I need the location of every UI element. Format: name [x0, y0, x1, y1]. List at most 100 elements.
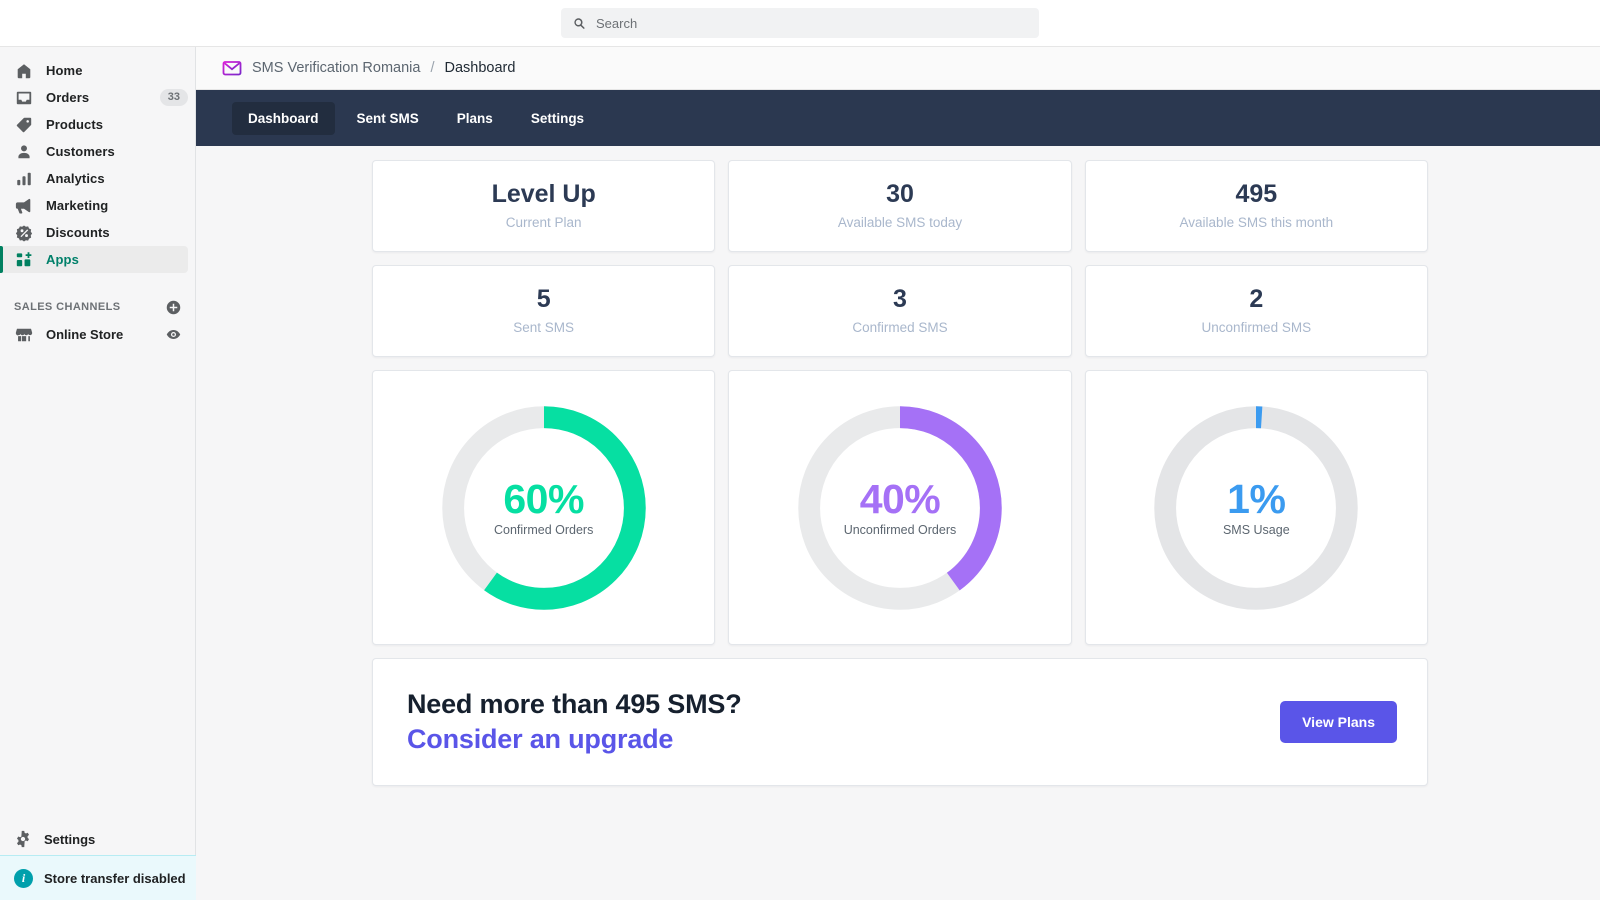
app-root: Home Orders 33 Products Customers [0, 0, 1600, 900]
upgrade-banner-text: Need more than 495 SMS? Consider an upgr… [407, 689, 742, 755]
stat-value: 495 [1235, 180, 1278, 208]
sidebar-item-discounts[interactable]: Discounts [0, 219, 188, 246]
apps-grid-plus-icon [14, 250, 34, 270]
sidebar-footer: Settings i Store transfer disabled [0, 823, 196, 900]
sidebar-item-customers[interactable]: Customers [0, 138, 188, 165]
breadcrumb: SMS Verification Romania / Dashboard [196, 47, 1600, 90]
sidebar-item-label: Discounts [46, 225, 110, 240]
stat-card-unconfirmed-sms: 2 Unconfirmed SMS [1084, 265, 1428, 357]
top-search-bar [0, 0, 1600, 47]
stat-label: Current Plan [505, 215, 582, 230]
donut-chart: 1% SMS Usage [1147, 399, 1365, 617]
sidebar-item-label: Analytics [46, 171, 105, 186]
stat-label: Unconfirmed SMS [1201, 320, 1312, 335]
sidebar-item-orders[interactable]: Orders 33 [0, 84, 188, 111]
sales-channels-title: SALES CHANNELS [14, 301, 121, 313]
tab-dashboard[interactable]: Dashboard [232, 101, 335, 135]
search-icon [572, 16, 587, 31]
store-transfer-banner[interactable]: i Store transfer disabled [0, 855, 196, 900]
tag-icon [14, 115, 34, 135]
sidebar-item-label: Products [46, 117, 104, 132]
tab-settings[interactable]: Settings [515, 102, 600, 135]
stat-card-confirmed-sms: 3 Confirmed SMS [728, 265, 1072, 357]
sidebar-item-home[interactable]: Home [0, 57, 188, 84]
stat-card-sent-sms: 5 Sent SMS [372, 265, 716, 357]
sidebar-item-settings[interactable]: Settings [0, 823, 196, 855]
stats-row-2: 5 Sent SMS 3 Confirmed SMS 2 Unconfirmed… [372, 265, 1428, 357]
stat-label: Available SMS this month [1179, 215, 1334, 230]
donut-center-text: 40% Unconfirmed Orders [791, 399, 1009, 617]
stat-card-current-plan: Level Up Current Plan [372, 160, 716, 252]
sidebar-item-label: Home [46, 63, 83, 78]
donut-chart: 40% Unconfirmed Orders [791, 399, 1009, 617]
sidebar-item-products[interactable]: Products [0, 111, 188, 138]
stat-card-available-today: 30 Available SMS today [728, 160, 1072, 252]
sidebar-item-label: Orders [46, 90, 90, 105]
orders-count-badge: 33 [159, 89, 188, 106]
donut-label: SMS Usage [1222, 522, 1290, 537]
info-icon: i [14, 868, 33, 888]
home-icon [14, 61, 34, 81]
eye-icon[interactable] [166, 327, 181, 342]
stat-value: Level Up [491, 180, 596, 208]
storefront-icon [14, 325, 34, 345]
breadcrumb-page: Dashboard [444, 60, 516, 76]
stat-label: Confirmed SMS [852, 320, 948, 335]
donut-card-unconfirmed-orders: 40% Unconfirmed Orders [728, 370, 1072, 645]
donut-charts-row: 60% Confirmed Orders 40% Unconfirmed Ord… [372, 370, 1428, 645]
breadcrumb-shop[interactable]: SMS Verification Romania [252, 60, 420, 76]
donut-label: Unconfirmed Orders [843, 522, 957, 537]
stat-value: 3 [893, 285, 907, 313]
donut-percent: 40% [859, 475, 941, 522]
donut-card-confirmed-orders: 60% Confirmed Orders [372, 370, 716, 645]
sidebar-item-online-store[interactable]: Online Store [0, 320, 195, 349]
discount-percent-icon [14, 223, 34, 243]
sidebar-item-label: Marketing [46, 198, 109, 213]
tab-plans[interactable]: Plans [441, 102, 509, 135]
sidebar-item-marketing[interactable]: Marketing [0, 192, 188, 219]
gear-icon [14, 830, 32, 848]
megaphone-icon [14, 196, 34, 216]
person-icon [14, 142, 34, 162]
bar-chart-icon [14, 169, 34, 189]
stat-value: 30 [886, 180, 914, 208]
donut-card-sms-usage: 1% SMS Usage [1084, 370, 1428, 645]
sidebar-item-apps[interactable]: Apps [0, 246, 188, 273]
stat-value: 2 [1249, 285, 1264, 313]
search-box[interactable] [561, 8, 1039, 38]
envelope-logo-icon [222, 58, 242, 78]
stats-row-1: Level Up Current Plan 30 Available SMS t… [372, 160, 1428, 252]
upgrade-banner-subheadline: Consider an upgrade [407, 724, 674, 754]
tab-sent-sms[interactable]: Sent SMS [341, 102, 435, 135]
sidebar-item-label: Online Store [46, 327, 124, 342]
plus-circle-icon[interactable] [166, 300, 181, 315]
donut-center-text: 60% Confirmed Orders [435, 399, 653, 617]
orders-inbox-icon [14, 88, 34, 108]
donut-percent: 60% [503, 475, 584, 522]
upgrade-banner-headline: Need more than 495 SMS? [407, 689, 742, 719]
sidebar: Home Orders 33 Products Customers Analyt… [0, 47, 196, 900]
store-transfer-label: Store transfer disabled [44, 870, 186, 886]
sales-channels-header: SALES CHANNELS [0, 294, 195, 320]
donut-percent: 1% [1227, 475, 1286, 522]
stat-card-available-month: 495 Available SMS this month [1084, 160, 1428, 252]
donut-chart: 60% Confirmed Orders [435, 399, 653, 617]
sidebar-nav-list: Home Orders 33 Products Customers Analyt… [0, 47, 195, 349]
view-plans-button[interactable]: View Plans [1280, 701, 1397, 743]
stat-label: Sent SMS [513, 320, 575, 335]
sidebar-settings-label: Settings [44, 831, 96, 847]
donut-label: Confirmed Orders [493, 522, 594, 537]
dashboard-content: Level Up Current Plan 30 Available SMS t… [196, 146, 1600, 786]
sidebar-item-label: Customers [46, 144, 115, 159]
donut-center-text: 1% SMS Usage [1147, 399, 1365, 617]
stat-value: 5 [536, 285, 551, 313]
tab-bar: Dashboard Sent SMS Plans Settings [196, 90, 1600, 146]
sidebar-item-label: Apps [46, 252, 79, 267]
search-input[interactable] [596, 15, 1028, 31]
upgrade-banner: Need more than 495 SMS? Consider an upgr… [372, 658, 1428, 786]
stat-label: Available SMS today [837, 215, 963, 230]
sidebar-item-analytics[interactable]: Analytics [0, 165, 188, 192]
breadcrumb-separator: / [430, 60, 435, 76]
main-area: SMS Verification Romania / Dashboard Das… [196, 47, 1600, 900]
